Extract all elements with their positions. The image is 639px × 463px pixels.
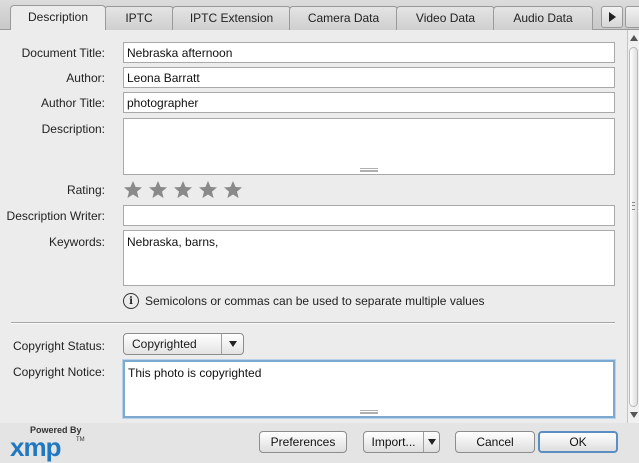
- chevron-down-icon: [427, 439, 436, 445]
- tab-scroll-button[interactable]: [601, 6, 623, 28]
- keywords-text: Nebraska, barns,: [127, 235, 219, 249]
- star-icon[interactable]: [223, 180, 243, 199]
- dialog-footer: Powered By xmp TM Preferences Import... …: [0, 423, 639, 463]
- vertical-scrollbar[interactable]: [627, 30, 639, 423]
- xmp-logo: Powered By xmp TM: [10, 425, 90, 461]
- description-writer-label: Description Writer:: [6, 209, 105, 223]
- tab-camera-data[interactable]: Camera Data: [289, 6, 398, 30]
- document-title-label: Document Title:: [21, 46, 105, 60]
- scroll-up-icon[interactable]: [630, 35, 638, 41]
- copyright-notice-text: This photo is copyrighted: [128, 366, 262, 380]
- tab-description[interactable]: Description: [10, 5, 106, 30]
- keywords-label: Keywords:: [48, 235, 105, 249]
- tab-audio-data[interactable]: Audio Data: [493, 6, 593, 30]
- import-dropdown-arrow[interactable]: [423, 432, 439, 452]
- description-panel: Document Title: Nebraska afternoon Autho…: [0, 30, 627, 423]
- tab-iptc-extension[interactable]: IPTC Extension: [172, 6, 291, 30]
- description-writer-input[interactable]: [123, 205, 615, 226]
- copyright-status-select[interactable]: Copyrighted: [123, 333, 244, 355]
- section-divider: [11, 322, 615, 324]
- star-icon[interactable]: [198, 180, 218, 199]
- info-icon: i: [123, 293, 139, 309]
- ok-button[interactable]: OK: [538, 431, 618, 453]
- dropdown-arrow[interactable]: [221, 334, 243, 354]
- copyright-notice-textarea[interactable]: This photo is copyrighted: [123, 360, 615, 418]
- copyright-status-value: Copyrighted: [132, 337, 197, 351]
- keywords-textarea[interactable]: Nebraska, barns,: [123, 230, 615, 286]
- author-title-input[interactable]: photographer: [123, 92, 615, 113]
- import-button-label[interactable]: Import...: [364, 435, 423, 449]
- author-label: Author:: [66, 71, 105, 85]
- hint-text: Semicolons or commas can be used to sepa…: [145, 294, 485, 308]
- scroll-down-icon[interactable]: [630, 412, 638, 418]
- tab-iptc[interactable]: IPTC: [104, 6, 174, 30]
- star-icon[interactable]: [148, 180, 168, 199]
- scroll-grip-icon: [632, 202, 635, 210]
- resize-grip-icon[interactable]: [360, 168, 378, 172]
- tab-bar: IPTC IPTC Extension Camera Data Video Da…: [0, 0, 639, 30]
- logo-trademark: TM: [76, 437, 85, 443]
- document-title-input[interactable]: Nebraska afternoon: [123, 42, 615, 63]
- copyright-notice-label: Copyright Notice:: [12, 365, 105, 379]
- cancel-button[interactable]: Cancel: [455, 431, 535, 453]
- tab-overflow-button[interactable]: [625, 6, 639, 28]
- star-icon[interactable]: [123, 180, 143, 199]
- author-title-label: Author Title:: [40, 96, 105, 110]
- rating-stars: [123, 180, 243, 199]
- chevron-down-icon: [228, 341, 237, 347]
- import-button[interactable]: Import...: [363, 431, 440, 453]
- description-label: Description:: [41, 122, 105, 136]
- scrollbar-thumb[interactable]: [629, 47, 638, 407]
- preferences-button[interactable]: Preferences: [259, 431, 347, 453]
- chevron-right-icon: [608, 12, 616, 22]
- rating-label: Rating:: [66, 183, 105, 197]
- copyright-status-label: Copyright Status:: [12, 339, 105, 353]
- description-textarea[interactable]: [123, 118, 615, 175]
- keywords-hint: i Semicolons or commas can be used to se…: [123, 293, 485, 309]
- resize-grip-icon[interactable]: [360, 410, 378, 414]
- star-icon[interactable]: [173, 180, 193, 199]
- tab-video-data[interactable]: Video Data: [396, 6, 495, 30]
- logo-brand-text: xmp: [10, 432, 61, 462]
- author-input[interactable]: Leona Barratt: [123, 67, 615, 88]
